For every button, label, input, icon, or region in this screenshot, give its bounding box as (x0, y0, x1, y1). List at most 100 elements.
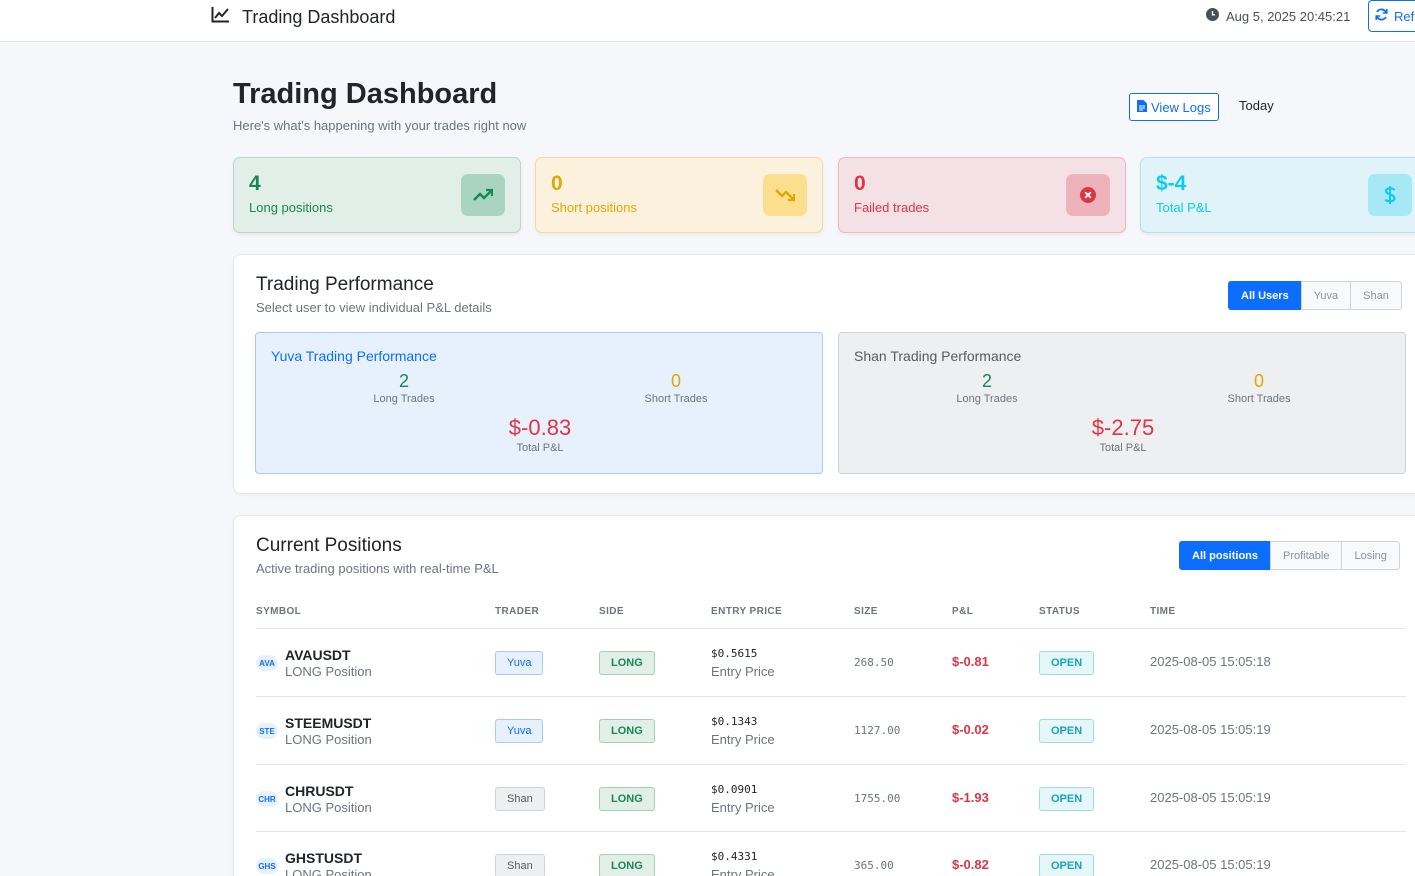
table-row[interactable]: CHR CHRUSDT LONG Position Shan LONG $0.0… (256, 764, 1406, 832)
entry-price: $0.5615 (711, 647, 758, 660)
top-navbar: Trading Dashboard Aug 5, 2025 20:45:21 R… (0, 0, 1415, 42)
position-pnl: $-0.82 (952, 857, 989, 872)
trending-down-icon (763, 174, 807, 216)
position-pnl: $-0.81 (952, 654, 989, 669)
position-pnl: $-1.93 (952, 790, 989, 805)
column-header-entry-price[interactable]: ENTRY PRICE (711, 606, 782, 617)
side-badge: LONG (599, 787, 655, 811)
yuva-total-pnl: $-0.83 Total P&L (470, 415, 610, 454)
shan-performance-title: Shan Trading Performance (854, 348, 1022, 364)
status-badge: OPEN (1039, 854, 1095, 876)
long-label: Long positions (249, 200, 333, 215)
shan-short-label: Short Trades (1227, 393, 1291, 405)
symbol-name: GHSTUSDT (285, 850, 362, 866)
stat-card-failed: 0 Failed trades (838, 157, 1126, 233)
position-time: 2025-08-05 15:05:19 (1150, 790, 1271, 805)
yuva-performance-title: Yuva Trading Performance (271, 348, 437, 364)
position-filter-group: All positions Profitable Losing (1179, 541, 1400, 570)
position-time: 2025-08-05 15:05:18 (1150, 654, 1271, 669)
refresh-button[interactable]: Refresh (1368, 0, 1415, 32)
symbol-name: AVAUSDT (285, 647, 351, 663)
performance-title: Trading Performance (256, 274, 434, 295)
column-header-status[interactable]: STATUS (1039, 606, 1080, 617)
brand-title: Trading Dashboard (242, 6, 396, 27)
view-logs-button[interactable]: View Logs (1129, 93, 1219, 121)
user-filter-group: All Users Yuva Shan (1228, 281, 1402, 310)
shan-long-label: Long Trades (956, 393, 1018, 405)
shan-pnl-label: Total P&L (1099, 442, 1147, 454)
column-header-trader[interactable]: TRADER (495, 606, 539, 617)
coin-icon: CHR (256, 791, 278, 807)
filter-profitable[interactable]: Profitable (1270, 541, 1343, 570)
positions-title: Current Positions (256, 535, 402, 556)
entry-price-label: Entry Price (711, 867, 775, 876)
trader-badge: Yuva (495, 651, 544, 675)
view-logs-label: View Logs (1151, 99, 1211, 115)
position-size: 1755.00 (854, 792, 901, 805)
side-badge: LONG (599, 854, 655, 876)
trader-badge: Yuva (495, 719, 544, 743)
period-label: Today (1239, 98, 1274, 113)
failed-count: 0 (854, 172, 866, 195)
filter-yuva[interactable]: Yuva (1300, 281, 1352, 310)
yuva-long-trades: 2 Long Trades (334, 371, 474, 405)
position-pnl: $-0.02 (952, 722, 989, 737)
table-row[interactable]: AVA AVAUSDT LONG Position Yuva LONG $0.5… (256, 628, 1406, 696)
table-row[interactable]: GHS GHSTUSDT LONG Position Shan LONG $0.… (256, 831, 1406, 876)
positions-subtitle: Active trading positions with real-time … (256, 561, 499, 576)
filter-all-users[interactable]: All Users (1228, 281, 1302, 310)
yuva-short-value: 0 (670, 371, 681, 391)
long-count: 4 (249, 172, 261, 195)
trending-up-icon (461, 174, 505, 216)
position-type: LONG Position (285, 800, 372, 815)
position-type: LONG Position (285, 732, 372, 747)
position-type: LONG Position (285, 664, 372, 679)
position-type: LONG Position (285, 867, 372, 876)
current-positions-panel: Current Positions Active trading positio… (233, 515, 1415, 876)
page-title: Trading Dashboard (233, 78, 498, 110)
dollar-icon (1368, 174, 1412, 216)
filter-losing[interactable]: Losing (1341, 541, 1400, 570)
shan-short-value: 0 (1253, 371, 1264, 391)
coin-icon: STE (256, 723, 278, 739)
yuva-short-label: Short Trades (644, 393, 708, 405)
status-badge: OPEN (1039, 787, 1095, 811)
stat-card-short: 0 Short positions (535, 157, 823, 233)
column-header-symbol[interactable]: SYMBOL (256, 606, 301, 617)
position-time: 2025-08-05 15:05:19 (1150, 722, 1271, 737)
shan-pnl-value: $-2.75 (1091, 415, 1155, 440)
x-circle-icon (1066, 174, 1110, 216)
column-header-size[interactable]: SIZE (854, 606, 878, 617)
shan-long-value: 2 (981, 371, 992, 391)
symbol-name: CHRUSDT (285, 783, 354, 799)
stat-card-long: 4 Long positions (233, 157, 521, 233)
refresh-label: Refresh (1394, 8, 1415, 24)
entry-price: $0.4331 (711, 850, 758, 863)
table-row[interactable]: STE STEEMUSDT LONG Position Yuva LONG $0… (256, 696, 1406, 764)
symbol-name: STEEMUSDT (285, 715, 372, 731)
brand[interactable]: Trading Dashboard (211, 6, 395, 28)
page-subtitle: Here's what's happening with your trades… (233, 118, 527, 133)
filter-shan[interactable]: Shan (1350, 281, 1402, 310)
file-icon (1137, 99, 1147, 115)
trading-performance-panel: Trading Performance Select user to view … (233, 254, 1415, 494)
side-badge: LONG (599, 719, 655, 743)
clock-icon (1206, 8, 1219, 24)
coin-icon: GHS (256, 858, 278, 874)
status-badge: OPEN (1039, 719, 1095, 743)
shan-performance-card[interactable]: Shan Trading Performance 2 Long Trades 0… (838, 332, 1406, 474)
column-header-time[interactable]: TIME (1150, 606, 1176, 617)
yuva-performance-card[interactable]: Yuva Trading Performance 2 Long Trades 0… (255, 332, 823, 474)
entry-price-label: Entry Price (711, 664, 775, 679)
pnl-label: Total P&L (1156, 200, 1212, 215)
filter-all-positions[interactable]: All positions (1179, 541, 1271, 570)
column-header-side[interactable]: SIDE (599, 606, 624, 617)
entry-price: $0.1343 (711, 715, 758, 728)
refresh-icon (1375, 8, 1388, 24)
position-size: 365.00 (854, 859, 894, 872)
entry-price: $0.0901 (711, 783, 758, 796)
entry-price-label: Entry Price (711, 732, 775, 747)
side-badge: LONG (599, 651, 655, 675)
failed-label: Failed trades (854, 200, 930, 215)
column-header-pnl[interactable]: P&L (952, 606, 973, 617)
